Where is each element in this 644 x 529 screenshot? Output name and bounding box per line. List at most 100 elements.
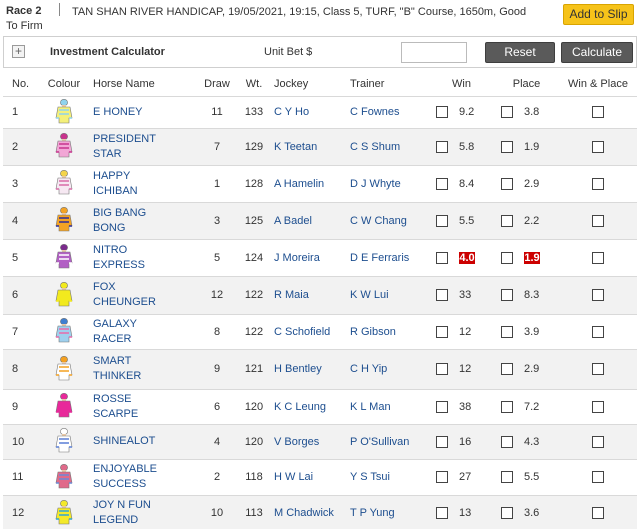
jockey-link[interactable]: V Borges xyxy=(271,424,347,460)
win-checkbox[interactable] xyxy=(436,289,448,302)
horse-name-link[interactable]: SHINEALOT xyxy=(89,424,197,460)
jockey-silk-icon xyxy=(54,243,74,272)
horse-name-link[interactable]: PRESIDENT STAR xyxy=(89,128,197,166)
win-checkbox[interactable] xyxy=(436,435,448,448)
race-info: TAN SHAN RIVER HANDICAP, 19/05/2021, 19:… xyxy=(6,6,527,32)
horse-name-link[interactable]: HAPPY ICHIBAN xyxy=(89,165,197,203)
place-checkbox[interactable] xyxy=(501,400,513,413)
win-checkbox[interactable] xyxy=(436,177,448,190)
trainer-link[interactable]: R Gibson xyxy=(347,314,429,350)
place-checkbox[interactable] xyxy=(501,214,513,227)
table-row: 1 E HONEY 11 133 C Y Ho C Fownes 9.2 3.8 xyxy=(3,96,637,129)
win-place-checkbox[interactable] xyxy=(592,471,604,484)
win-place-cell xyxy=(559,276,637,315)
jockey-silk-icon xyxy=(54,499,74,528)
win-checkbox[interactable] xyxy=(436,471,448,484)
horse-name-line-2: ICHIBAN xyxy=(93,184,138,197)
jockey-link[interactable]: H W Lai xyxy=(271,459,347,496)
jockey-link[interactable]: M Chadwick xyxy=(271,495,347,529)
reset-button[interactable]: Reset xyxy=(485,42,555,63)
jockey-link[interactable]: A Hamelin xyxy=(271,165,347,203)
silk-cell xyxy=(39,389,89,425)
win-checkbox[interactable] xyxy=(436,251,448,264)
horse-name-line-2: BONG xyxy=(93,221,126,234)
trainer-link[interactable]: K L Man xyxy=(347,389,429,425)
horse-name-link[interactable]: ENJOYABLE SUCCESS xyxy=(89,459,197,496)
win-place-checkbox[interactable] xyxy=(592,177,604,190)
place-cell: 3.6 xyxy=(494,495,559,529)
trainer-link[interactable]: D J Whyte xyxy=(347,165,429,203)
win-checkbox[interactable] xyxy=(436,363,448,376)
jockey-link[interactable]: H Bentley xyxy=(271,349,347,390)
horse-name-line-2: SUCCESS xyxy=(93,478,147,490)
calculate-button[interactable]: Calculate xyxy=(561,42,633,63)
win-place-checkbox[interactable] xyxy=(592,140,604,153)
win-place-checkbox[interactable] xyxy=(592,435,604,448)
horse-name-link[interactable]: E HONEY xyxy=(89,96,197,129)
draw-value: 9 xyxy=(197,349,237,390)
place-checkbox[interactable] xyxy=(501,140,513,153)
jockey-link[interactable]: K C Leung xyxy=(271,389,347,425)
place-checkbox[interactable] xyxy=(501,435,513,448)
horse-name-link[interactable]: SMART THINKER xyxy=(89,349,197,390)
win-checkbox[interactable] xyxy=(436,400,448,413)
jockey-link[interactable]: C Schofield xyxy=(271,314,347,350)
trainer-link[interactable]: Y S Tsui xyxy=(347,459,429,496)
win-odds: 12 xyxy=(459,325,472,338)
add-to-slip-button[interactable]: Add to Slip xyxy=(563,4,634,25)
runner-number: 4 xyxy=(3,202,39,240)
win-checkbox[interactable] xyxy=(436,214,448,227)
horse-name-link[interactable]: GALAXY RACER xyxy=(89,314,197,350)
unit-bet-input[interactable] xyxy=(401,42,467,63)
place-checkbox[interactable] xyxy=(501,471,513,484)
table-row: 7 GALAXY RACER 8 122 C Schofield R Gibson 12 3.9 xyxy=(3,314,637,350)
table-row: 6 FOX CHEUNGER 12 122 R Maia K W Lui 33 8.3 xyxy=(3,276,637,315)
win-checkbox[interactable] xyxy=(436,325,448,338)
win-cell: 38 xyxy=(429,389,494,425)
trainer-link[interactable]: C S Shum xyxy=(347,128,429,166)
horse-name-link[interactable]: JOY N FUN LEGEND xyxy=(89,495,197,529)
win-odds: 12 xyxy=(459,363,472,376)
win-place-checkbox[interactable] xyxy=(592,289,604,302)
trainer-link[interactable]: C H Yip xyxy=(347,349,429,390)
win-place-checkbox[interactable] xyxy=(592,106,604,119)
place-checkbox[interactable] xyxy=(501,251,513,264)
horse-name-link[interactable]: FOX CHEUNGER xyxy=(89,276,197,315)
win-place-checkbox[interactable] xyxy=(592,325,604,338)
draw-value: 1 xyxy=(197,165,237,203)
win-place-checkbox[interactable] xyxy=(592,251,604,264)
win-place-checkbox[interactable] xyxy=(592,507,604,520)
place-checkbox[interactable] xyxy=(501,106,513,119)
win-place-checkbox[interactable] xyxy=(592,400,604,413)
win-checkbox[interactable] xyxy=(436,140,448,153)
jockey-link[interactable]: R Maia xyxy=(271,276,347,315)
horse-name-link[interactable]: ROSSE SCARPE xyxy=(89,389,197,425)
place-checkbox[interactable] xyxy=(501,325,513,338)
win-checkbox[interactable] xyxy=(436,106,448,119)
trainer-link[interactable]: T P Yung xyxy=(347,495,429,529)
horse-name-line-1: ENJOYABLE xyxy=(93,463,157,475)
place-checkbox[interactable] xyxy=(501,363,513,376)
win-checkbox[interactable] xyxy=(436,507,448,520)
jockey-link[interactable]: C Y Ho xyxy=(271,96,347,129)
horse-name-link[interactable]: NITRO EXPRESS xyxy=(89,239,197,277)
jockey-link[interactable]: A Badel xyxy=(271,202,347,240)
trainer-link[interactable]: P O'Sullivan xyxy=(347,424,429,460)
win-cell: 33 xyxy=(429,276,494,315)
horse-name-line-1: SHINEALOT xyxy=(93,435,156,447)
place-checkbox[interactable] xyxy=(501,507,513,520)
horse-name-line-1: E HONEY xyxy=(93,105,143,118)
horse-name-link[interactable]: BIG BANG BONG xyxy=(89,202,197,240)
win-place-checkbox[interactable] xyxy=(592,214,604,227)
jockey-link[interactable]: K Teetan xyxy=(271,128,347,166)
jockey-link[interactable]: J Moreira xyxy=(271,239,347,277)
place-checkbox[interactable] xyxy=(501,289,513,302)
trainer-link[interactable]: C Fownes xyxy=(347,96,429,129)
trainer-link[interactable]: C W Chang xyxy=(347,202,429,240)
expand-plus-icon[interactable]: + xyxy=(12,45,25,58)
place-checkbox[interactable] xyxy=(501,177,513,190)
horse-name-line-1: BIG BANG xyxy=(93,206,147,219)
trainer-link[interactable]: K W Lui xyxy=(347,276,429,315)
win-place-checkbox[interactable] xyxy=(592,363,604,376)
trainer-link[interactable]: D E Ferraris xyxy=(347,239,429,277)
